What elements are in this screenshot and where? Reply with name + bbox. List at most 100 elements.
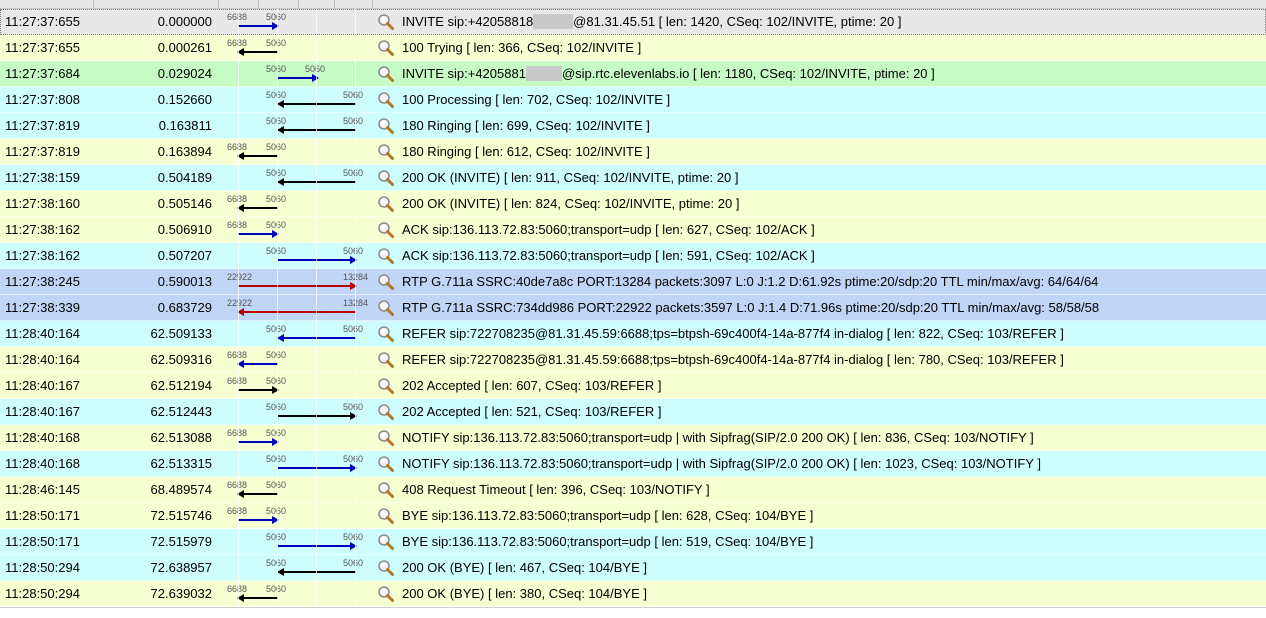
search-magnifier-icon[interactable] [377, 325, 395, 343]
timestamp-cell: 11:27:38:160 [5, 196, 80, 211]
relative-time-cell: 0.505146 [157, 196, 212, 211]
relative-time-cell: 0.590013 [157, 274, 212, 289]
table-row[interactable]: 11:27:38:159 0.504189 50605060 200 OK (INVI… [0, 165, 1266, 191]
search-magnifier-icon[interactable] [377, 507, 395, 525]
search-magnifier-icon[interactable] [377, 299, 395, 317]
search-magnifier-icon[interactable] [377, 455, 395, 473]
search-magnifier-icon[interactable] [377, 377, 395, 395]
table-row[interactable]: 11:28:50:294 72.638957 50605060 200 OK (BYE… [0, 555, 1266, 581]
relative-time-cell: 0.152660 [157, 92, 212, 107]
description-text: ACK sip:136.113.72.83:5060;transport=udp… [402, 222, 815, 237]
message-arrow-cell: 66885060 [222, 503, 372, 529]
relative-time-cell: 0.029024 [157, 66, 212, 81]
message-description: 100 Trying [ len: 366, CSeq: 102/INVITE … [402, 35, 641, 61]
table-row[interactable]: 11:28:40:164 62.509133 50605060 REFER sip:7… [0, 321, 1266, 347]
table-row[interactable]: 11:28:50:171 72.515746 66885060 BYE sip:136… [0, 503, 1266, 529]
table-row[interactable]: 11:28:46:145 68.489574 66885060 408 Request… [0, 477, 1266, 503]
search-magnifier-icon[interactable] [377, 13, 395, 31]
search-magnifier-icon[interactable] [377, 559, 395, 577]
table-row[interactable]: 11:28:40:167 62.512194 66885060 202 Accepte… [0, 373, 1266, 399]
search-magnifier-icon[interactable] [377, 533, 395, 551]
table-row[interactable]: 11:27:38:162 0.507207 50605060 ACK sip:136.… [0, 243, 1266, 269]
message-arrow: 66885060 [227, 584, 286, 602]
timestamp-cell: 11:27:37:655 [5, 14, 80, 29]
message-arrow-cell: 50605060 [222, 399, 372, 425]
message-arrow: 50605060 [266, 90, 363, 108]
flow-lane-divider [238, 9, 239, 607]
column-header-time[interactable] [0, 0, 94, 8]
table-row[interactable]: 11:27:38:162 0.506910 66885060 ACK sip:136.… [0, 217, 1266, 243]
column-header-relative[interactable] [93, 0, 219, 8]
timestamp-cell: 11:28:40:167 [5, 404, 80, 419]
table-row[interactable]: 11:28:50:171 72.515979 50605060 BYE sip:136… [0, 529, 1266, 555]
relative-time-cell: 68.489574 [150, 482, 212, 497]
search-magnifier-icon[interactable] [377, 143, 395, 161]
message-description: 200 OK (BYE) [ len: 380, CSeq: 104/BYE ] [402, 581, 647, 607]
table-row[interactable]: 11:27:37:819 0.163894 66885060 180 Ringing … [0, 139, 1266, 165]
message-arrow-cell: 50605060 [222, 87, 372, 113]
column-header-flow-1[interactable] [218, 0, 259, 8]
redacted-phone-number [525, 66, 562, 81]
table-row[interactable]: 11:28:40:168 62.513088 66885060 NOTIFY sip:… [0, 425, 1266, 451]
destination-port-label: 5060 [343, 90, 363, 100]
status-area [0, 607, 1266, 618]
search-magnifier-icon[interactable] [377, 169, 395, 187]
search-magnifier-icon[interactable] [377, 481, 395, 499]
description-text: 202 Accepted [ len: 607, CSeq: 103/REFER… [402, 378, 662, 393]
message-arrow-cell: 2292213284 [222, 295, 372, 321]
search-magnifier-icon[interactable] [377, 403, 395, 421]
destination-port-label: 5060 [343, 402, 363, 412]
table-row[interactable]: 11:27:37:655 0.000000 66885060 INVITE sip:+… [0, 9, 1266, 35]
column-header-description[interactable] [372, 0, 1265, 8]
table-row[interactable]: 11:28:40:168 62.513315 50605060 NOTIFY sip:… [0, 451, 1266, 477]
message-arrow-cell: 66885060 [222, 9, 372, 35]
description-text: 202 Accepted [ len: 521, CSeq: 103/REFER… [402, 404, 662, 419]
search-magnifier-icon[interactable] [377, 351, 395, 369]
table-row[interactable]: 11:27:37:684 0.029024 50605060 INVITE sip:+… [0, 61, 1266, 87]
table-row[interactable]: 11:28:40:167 62.512443 50605060 202 Accepte… [0, 399, 1266, 425]
search-magnifier-icon[interactable] [377, 273, 395, 291]
search-magnifier-icon[interactable] [377, 247, 395, 265]
search-magnifier-icon[interactable] [377, 91, 395, 109]
message-arrow: 66885060 [227, 428, 286, 446]
message-arrow-cell: 50605060 [222, 451, 372, 477]
timestamp-cell: 11:28:40:168 [5, 430, 80, 445]
message-description: BYE sip:136.113.72.83:5060;transport=udp… [402, 529, 813, 555]
search-magnifier-icon[interactable] [377, 39, 395, 57]
relative-time-cell: 72.515979 [150, 534, 212, 549]
table-row[interactable]: 11:27:37:655 0.000261 66885060 100 Trying [… [0, 35, 1266, 61]
table-row[interactable]: 11:28:50:294 72.639032 66885060 200 OK (BYE… [0, 581, 1266, 607]
description-text: INVITE sip:+42058818 [402, 14, 534, 29]
relative-time-cell: 62.509316 [150, 352, 212, 367]
search-magnifier-icon[interactable] [377, 585, 395, 603]
description-text: 200 OK (INVITE) [ len: 911, CSeq: 102/IN… [402, 170, 739, 185]
column-header-flow-2[interactable] [258, 0, 299, 8]
table-row[interactable]: 11:27:38:339 0.683729 2292213284 RTP G.711a… [0, 295, 1266, 321]
relative-time-cell: 72.638957 [150, 560, 212, 575]
table-row[interactable]: 11:28:40:164 62.509316 66885060 REFER sip:7… [0, 347, 1266, 373]
destination-port-label: 5060 [343, 168, 363, 178]
search-magnifier-icon[interactable] [377, 195, 395, 213]
message-arrow-cell: 50605060 [222, 243, 372, 269]
message-arrow: 66885060 [227, 38, 286, 56]
table-row[interactable]: 11:27:37:819 0.163811 50605060 180 Ringing … [0, 113, 1266, 139]
column-header-flow-3[interactable] [298, 0, 335, 8]
table-row[interactable]: 11:27:38:245 0.590013 2292213284 RTP G.711a… [0, 269, 1266, 295]
search-magnifier-icon[interactable] [377, 117, 395, 135]
message-description: RTP G.711a SSRC:40de7a8c PORT:13284 pack… [402, 269, 1098, 295]
timestamp-cell: 11:28:50:294 [5, 560, 80, 575]
column-header-flow-4[interactable] [334, 0, 373, 8]
table-row[interactable]: 11:27:38:160 0.505146 66885060 200 OK (INVI… [0, 191, 1266, 217]
search-magnifier-icon[interactable] [377, 221, 395, 239]
message-description: NOTIFY sip:136.113.72.83:5060;transport=… [402, 425, 1034, 451]
table-row[interactable]: 11:27:37:808 0.152660 50605060 100 Processi… [0, 87, 1266, 113]
search-magnifier-icon[interactable] [377, 65, 395, 83]
message-description: INVITE sip:+42058818 @81.31.45.51 [ len: … [402, 9, 901, 35]
message-description: 408 Request Timeout [ len: 396, CSeq: 10… [402, 477, 710, 503]
description-text: 200 OK (BYE) [ len: 467, CSeq: 104/BYE ] [402, 560, 647, 575]
search-magnifier-icon[interactable] [377, 429, 395, 447]
relative-time-cell: 72.515746 [150, 508, 212, 523]
relative-time-cell: 62.513315 [150, 456, 212, 471]
relative-time-cell: 0.507207 [157, 248, 212, 263]
timestamp-cell: 11:27:37:655 [5, 40, 80, 55]
